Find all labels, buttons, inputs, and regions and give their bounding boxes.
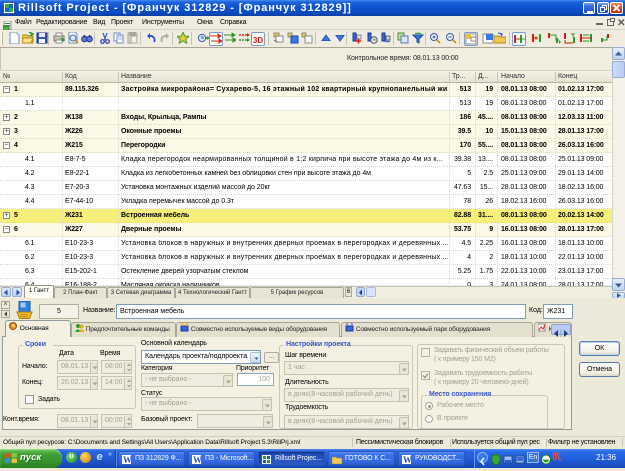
svg-text:W: W <box>123 455 131 464</box>
svg-text:W: W <box>403 455 411 464</box>
svg-text:W: W <box>193 455 201 464</box>
